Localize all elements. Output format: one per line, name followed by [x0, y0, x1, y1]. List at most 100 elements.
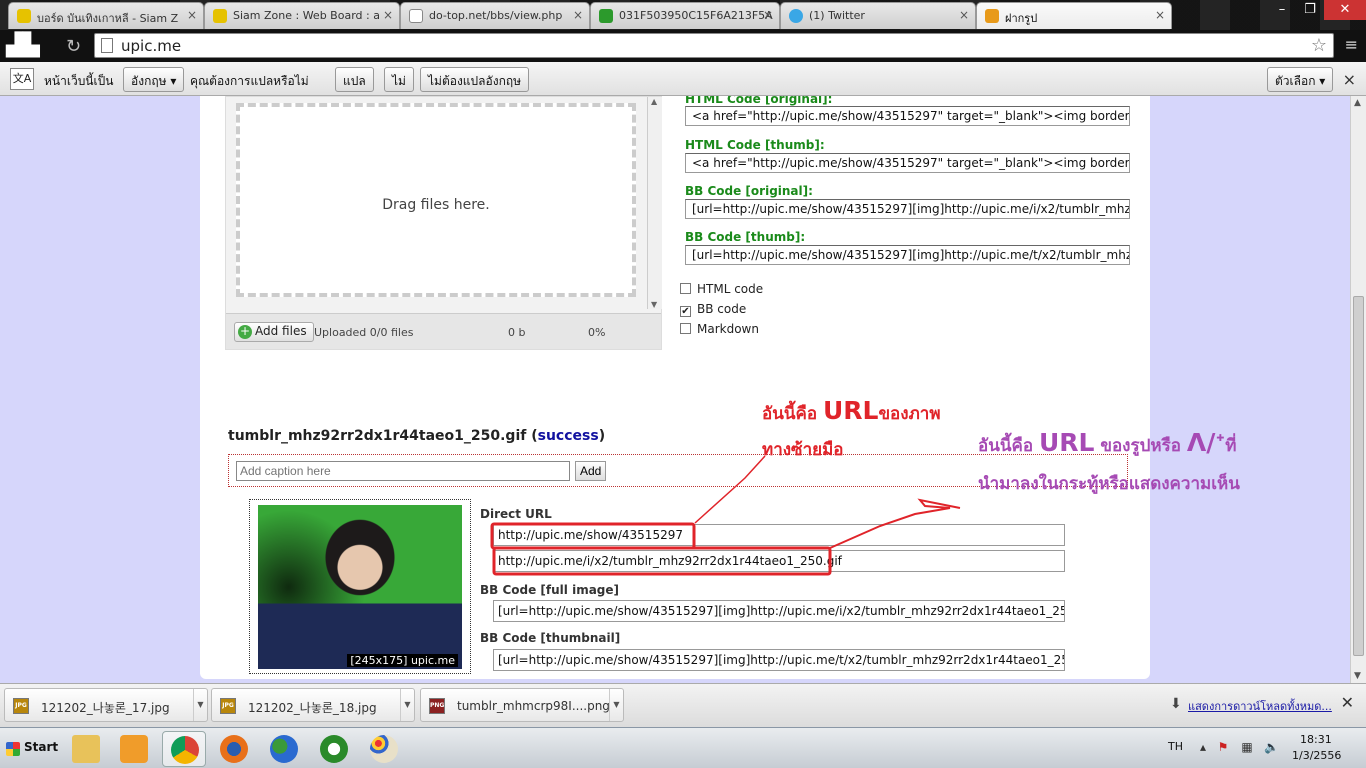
code-box-bb-original[interactable]: [url=http://upic.me/show/43515297][img]h…: [685, 199, 1130, 219]
media-player-icon: [120, 735, 148, 763]
reload-icon[interactable]: ↻: [66, 36, 81, 57]
tab-1[interactable]: บอร์ด บันเทิงเกาหลี - Siam Z ×: [8, 2, 204, 29]
scroll-down-arrow-icon[interactable]: ▼: [651, 300, 657, 309]
tab-5[interactable]: (1) Twitter ×: [780, 2, 976, 29]
code-box-bb-thumb[interactable]: [url=http://upic.me/show/43515297][img]h…: [685, 245, 1130, 265]
caption-input[interactable]: [236, 461, 570, 481]
plus-icon: +: [238, 324, 252, 339]
translate-options-label: ตัวเลือก: [1275, 74, 1316, 88]
bookmark-star-icon[interactable]: ☆: [1311, 35, 1327, 56]
taskbar-ie[interactable]: [312, 731, 356, 767]
windows-taskbar: Start TH ▴ ⚑ ▦ 🔈 18:31 1/3/2556: [0, 727, 1366, 768]
tray-arrow-icon[interactable]: ▴: [1196, 740, 1210, 754]
close-icon[interactable]: ×: [763, 8, 773, 22]
tab-title: (1) Twitter: [809, 9, 865, 22]
minimize-icon[interactable]: –: [1268, 0, 1296, 20]
download-item[interactable]: JPG 121202_나놓론_17.jpg ▼: [4, 688, 208, 722]
download-arrow-icon: ⬇: [1170, 696, 1182, 712]
taskbar-paint[interactable]: [362, 731, 406, 767]
tab-4[interactable]: 031F503950C15F6A213F5A ×: [590, 2, 780, 29]
close-icon[interactable]: ×: [1343, 70, 1356, 89]
messenger-icon: [270, 735, 298, 763]
code-box-html-original[interactable]: <a href="http://upic.me/show/43515297" t…: [685, 106, 1130, 126]
checkbox[interactable]: [680, 283, 691, 294]
maximize-icon[interactable]: ❐: [1296, 0, 1324, 20]
close-icon[interactable]: ✕: [1341, 693, 1354, 712]
scroll-up-arrow-icon[interactable]: ▲: [651, 97, 657, 106]
option-markdown[interactable]: Markdown: [680, 322, 759, 336]
option-html-code[interactable]: HTML code: [680, 282, 763, 296]
option-bb-code[interactable]: ✔ BB code: [680, 302, 746, 317]
tab-title: บอร์ด บันเทิงเกาหลี - Siam Z: [37, 12, 179, 25]
clock-time[interactable]: 18:31: [1300, 733, 1332, 746]
chevron-down-icon[interactable]: ▼: [193, 689, 207, 721]
window-close-icon[interactable]: ✕: [1324, 0, 1366, 20]
close-icon[interactable]: ×: [959, 8, 969, 22]
menu-wrench-icon[interactable]: ≡: [1345, 35, 1358, 54]
chevron-down-icon[interactable]: ▼: [609, 689, 623, 721]
action-center-icon[interactable]: ⚑: [1216, 740, 1230, 754]
translate-options-button[interactable]: ตัวเลือก ▾: [1267, 67, 1334, 92]
thumbnail-image[interactable]: [245x175] upic.me: [258, 505, 462, 669]
annotation-purple-url: URL: [1038, 428, 1095, 457]
drop-zone[interactable]: Drag files here.: [236, 103, 636, 297]
window-controls: – ❐ ✕: [1268, 0, 1366, 22]
add-files-button[interactable]: + Add files: [234, 322, 314, 342]
url-text[interactable]: upic.me: [121, 37, 181, 55]
checkbox-checked[interactable]: ✔: [680, 306, 691, 317]
page-scrollbar[interactable]: ▲ ▼: [1350, 96, 1366, 683]
checkbox[interactable]: [680, 323, 691, 334]
dropdown-arrow-icon: ▾: [1319, 74, 1326, 88]
network-icon[interactable]: ▦: [1240, 740, 1254, 754]
never-translate-button[interactable]: ไม่ต้องแปลอังกฤษ: [420, 67, 530, 92]
code-box-html-thumb[interactable]: <a href="http://upic.me/show/43515297" t…: [685, 153, 1130, 173]
translate-button[interactable]: แปล: [335, 67, 374, 92]
tab-6-active[interactable]: ฝากรูป ×: [976, 2, 1172, 29]
annotation-red-line2: ทางซ้ายมือ: [762, 440, 844, 460]
annotation-red-text-a: อันนี้คือ: [762, 404, 823, 424]
twitter-bird-icon: [789, 9, 803, 23]
uploader-scrollbar[interactable]: ▲ ▼: [647, 97, 662, 309]
direct-url-label: Direct URL: [480, 507, 552, 521]
volume-icon[interactable]: 🔈: [1264, 740, 1279, 754]
show-all-downloads-link[interactable]: แสดงการดาวน์โหลดทั้งหมด...: [1188, 697, 1332, 715]
start-button[interactable]: Start: [2, 736, 64, 762]
caption-add-button[interactable]: Add: [575, 461, 607, 481]
clock-date[interactable]: 1/3/2556: [1292, 749, 1341, 762]
bb-thumb-box[interactable]: [url=http://upic.me/show/43515297][img]h…: [493, 649, 1065, 671]
no-translate-button[interactable]: ไม่: [384, 67, 414, 92]
tab-title: 031F503950C15F6A213F5A: [619, 9, 773, 22]
jpg-file-icon: JPG: [13, 698, 29, 714]
taskbar-chrome[interactable]: [162, 731, 206, 767]
chevron-down-icon[interactable]: ▼: [400, 689, 414, 721]
taskbar-firefox[interactable]: [212, 731, 256, 767]
download-item[interactable]: PNG tumblr_mhmcrp98I....png ▼: [420, 688, 624, 722]
bb-thumb-label: BB Code [thumbnail]: [480, 631, 621, 645]
uploader-panel: Drag files here. ▲ ▼ + Add files Uploade…: [225, 96, 662, 350]
taskbar-explorer[interactable]: [64, 731, 108, 767]
close-icon[interactable]: ×: [1155, 8, 1165, 22]
firefox-icon: [220, 735, 248, 763]
address-bar[interactable]: upic.me ☆: [94, 33, 1334, 58]
folder-icon: [72, 735, 100, 763]
taskbar-messenger[interactable]: [262, 731, 306, 767]
close-icon[interactable]: ×: [383, 8, 393, 22]
bb-full-box[interactable]: [url=http://upic.me/show/43515297][img]h…: [493, 600, 1065, 622]
taskbar-media-player[interactable]: [112, 731, 156, 767]
scroll-down-arrow-icon[interactable]: ▼: [1354, 671, 1361, 681]
tab-3[interactable]: do-top.net/bbs/view.php ×: [400, 2, 590, 29]
scroll-up-arrow-icon[interactable]: ▲: [1354, 98, 1361, 108]
language-select[interactable]: อังกฤษ ▾: [123, 67, 185, 92]
tab-2[interactable]: Siam Zone : Web Board : a ×: [204, 2, 400, 29]
scrollbar-thumb[interactable]: [1353, 296, 1364, 656]
tab-title: ฝากรูป: [1005, 12, 1038, 25]
direct-url-box-image[interactable]: http://upic.me/i/x2/tumblr_mhz92rr2dx1r4…: [493, 550, 1065, 572]
upload-size: 0 b: [508, 326, 526, 339]
direct-url-box-show[interactable]: http://upic.me/show/43515297: [493, 524, 1065, 546]
download-item[interactable]: JPG 121202_나놓론_18.jpg ▼: [211, 688, 415, 722]
language-indicator[interactable]: TH: [1168, 740, 1183, 753]
close-icon[interactable]: ×: [187, 8, 197, 22]
upload-page: Drag files here. ▲ ▼ + Add files Uploade…: [200, 96, 1150, 679]
close-icon[interactable]: ×: [573, 8, 583, 22]
result-filename: tumblr_mhz92rr2dx1r44taeo1_250.gif: [228, 428, 527, 444]
